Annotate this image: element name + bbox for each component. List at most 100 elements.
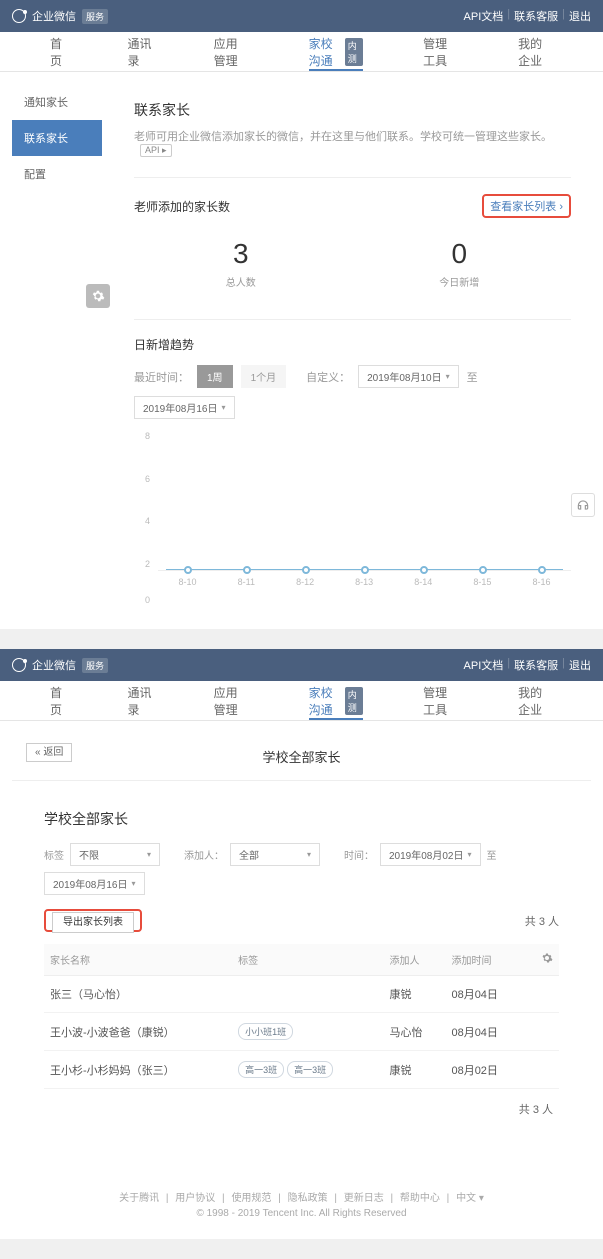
tag-pill: 小小班1班 xyxy=(238,1023,293,1040)
logo-icon xyxy=(12,658,26,672)
api-doc-link[interactable]: API文档 xyxy=(464,657,504,673)
footer-link[interactable]: 中文 ▾ xyxy=(456,1193,484,1204)
list-title: 学校全部家长 xyxy=(44,809,559,829)
recent-label: 最近时间： xyxy=(134,369,189,385)
chart-point xyxy=(184,566,192,574)
nav-home[interactable]: 首页 xyxy=(20,681,97,720)
table-footer-count: 共 3 人 xyxy=(44,1089,559,1129)
view-list-link[interactable]: 查看家长列表 › xyxy=(490,201,563,213)
to-label: 至 xyxy=(487,847,497,862)
copyright: © 1998 - 2019 Tencent Inc. All Rights Re… xyxy=(20,1208,583,1219)
trend-title: 日新增趋势 xyxy=(134,336,571,353)
chart-point xyxy=(538,566,546,574)
cell-tags: 小小班1班 xyxy=(232,1013,383,1051)
col-adder: 添加人 xyxy=(384,944,446,976)
nav-apps[interactable]: 应用管理 xyxy=(184,32,279,71)
nav-contacts[interactable]: 通讯录 xyxy=(97,32,183,71)
main-nav: 首页 通讯录 应用管理 家校沟通内测 管理工具 我的企业 xyxy=(0,681,603,721)
brand-badge: 服务 xyxy=(82,658,108,673)
beta-badge: 内测 xyxy=(345,38,363,66)
content-panel: 联系家长 老师可用企业微信添加家长的微信，并在这里与他们联系。学校可统一管理这些… xyxy=(114,84,591,617)
support-link[interactable]: 联系客服 xyxy=(514,8,558,24)
logout-link[interactable]: 退出 xyxy=(569,657,591,673)
api-doc-link[interactable]: API文档 xyxy=(464,8,504,24)
nav-school[interactable]: 家校沟通内测 xyxy=(279,681,394,720)
support-link[interactable]: 联系客服 xyxy=(514,657,558,673)
cell-name: 张三（马心怡） xyxy=(44,976,232,1013)
sidebar-contact[interactable]: 联系家长 xyxy=(12,120,102,156)
date-to-select[interactable]: 2019年08月16日 xyxy=(134,396,235,419)
brand-name: 企业微信 xyxy=(32,8,76,24)
nav-home[interactable]: 首页 xyxy=(20,32,97,71)
footer-link[interactable]: 帮助中心 xyxy=(400,1193,440,1204)
table-row[interactable]: 张三（马心怡） 康锐 08月04日 xyxy=(44,976,559,1013)
main-nav: 首页 通讯录 应用管理 家校沟通内测 管理工具 我的企业 xyxy=(0,32,603,72)
adder-select[interactable]: 全部 xyxy=(230,843,320,866)
cell-adder: 康锐 xyxy=(384,1051,446,1089)
footer-link[interactable]: 更新日志 xyxy=(344,1193,384,1204)
topbar: 企业微信 服务 API文档 | 联系客服 | 退出 xyxy=(0,0,603,32)
page-title: 联系家长 xyxy=(134,100,571,120)
brand-name: 企业微信 xyxy=(32,657,76,673)
date-from-select[interactable]: 2019年08月10日 xyxy=(358,365,459,388)
api-badge[interactable]: API ▸ xyxy=(140,144,172,157)
nav-tools[interactable]: 管理工具 xyxy=(393,681,488,720)
tag-pill: 高一3班 xyxy=(287,1061,333,1078)
stat-today: 0 今日新增 xyxy=(439,238,479,289)
footer-link[interactable]: 使用规范 xyxy=(231,1193,271,1204)
nav-company[interactable]: 我的企业 xyxy=(488,681,583,720)
date-from-select[interactable]: 2019年08月02日 xyxy=(380,843,481,866)
page-header-title: 学校全部家长 xyxy=(262,750,340,765)
sidebar-notify[interactable]: 通知家长 xyxy=(12,84,102,120)
logout-link[interactable]: 退出 xyxy=(569,8,591,24)
to-label: 至 xyxy=(467,369,478,385)
col-tags: 标签 xyxy=(232,944,383,976)
footer-link[interactable]: 关于腾讯 xyxy=(119,1193,159,1204)
highlight-view-list: 查看家长列表 › xyxy=(482,194,571,218)
cell-time: 08月02日 xyxy=(445,1051,525,1089)
col-time: 添加时间 xyxy=(445,944,525,976)
table-row[interactable]: 王小杉-小杉妈妈（张三） 高一3班高一3班 康锐 08月02日 xyxy=(44,1051,559,1089)
cell-time: 08月04日 xyxy=(445,1013,525,1051)
headset-icon xyxy=(576,498,590,512)
page-footer: 关于腾讯 | 用户协议 | 使用规范 | 隐私政策 | 更新日志 | 帮助中心 … xyxy=(0,1169,603,1239)
logo-icon xyxy=(12,9,26,23)
sidebar: 通知家长 联系家长 配置 xyxy=(12,84,102,617)
table-row[interactable]: 王小波-小波爸爸（康锐） 小小班1班 马心怡 08月04日 xyxy=(44,1013,559,1051)
nav-school[interactable]: 家校沟通内测 xyxy=(279,32,394,71)
settings-button[interactable] xyxy=(86,284,110,308)
nav-contacts[interactable]: 通讯录 xyxy=(97,681,183,720)
stat-total: 3 总人数 xyxy=(226,238,256,289)
nav-apps[interactable]: 应用管理 xyxy=(184,681,279,720)
custom-label: 自定义： xyxy=(306,369,350,385)
nav-company[interactable]: 我的企业 xyxy=(488,32,583,71)
beta-badge: 内测 xyxy=(345,687,363,715)
back-button[interactable]: « 返回 xyxy=(26,743,72,762)
page-header: « 返回 学校全部家长 xyxy=(12,733,591,781)
feedback-button[interactable] xyxy=(571,493,595,517)
cell-tags: 高一3班高一3班 xyxy=(232,1051,383,1089)
export-button[interactable]: 导出家长列表 xyxy=(52,912,134,933)
brand-badge: 服务 xyxy=(82,9,108,24)
topbar: 企业微信 服务 API文档 | 联系客服 | 退出 xyxy=(0,649,603,681)
chart-point xyxy=(243,566,251,574)
sidebar-config[interactable]: 配置 xyxy=(12,156,102,192)
tag-select[interactable]: 不限 xyxy=(70,843,160,866)
tab-week[interactable]: 1周 xyxy=(197,365,233,388)
chart-point xyxy=(420,566,428,574)
stats-title: 老师添加的家长数 xyxy=(134,198,230,215)
footer-link[interactable]: 用户协议 xyxy=(175,1193,215,1204)
col-settings[interactable] xyxy=(526,944,559,976)
date-to-select[interactable]: 2019年08月16日 xyxy=(44,872,145,895)
chart-point xyxy=(479,566,487,574)
chart-point xyxy=(361,566,369,574)
nav-tools[interactable]: 管理工具 xyxy=(393,32,488,71)
gear-icon xyxy=(91,289,105,303)
cell-adder: 马心怡 xyxy=(384,1013,446,1051)
page-desc: 老师可用企业微信添加家长的微信，并在这里与他们联系。学校可统一管理这些家长。 A… xyxy=(134,128,571,157)
cell-tags xyxy=(232,976,383,1013)
adder-label: 添加人： xyxy=(184,847,224,862)
chart-point xyxy=(302,566,310,574)
tab-month[interactable]: 1个月 xyxy=(241,365,287,388)
footer-link[interactable]: 隐私政策 xyxy=(288,1193,328,1204)
